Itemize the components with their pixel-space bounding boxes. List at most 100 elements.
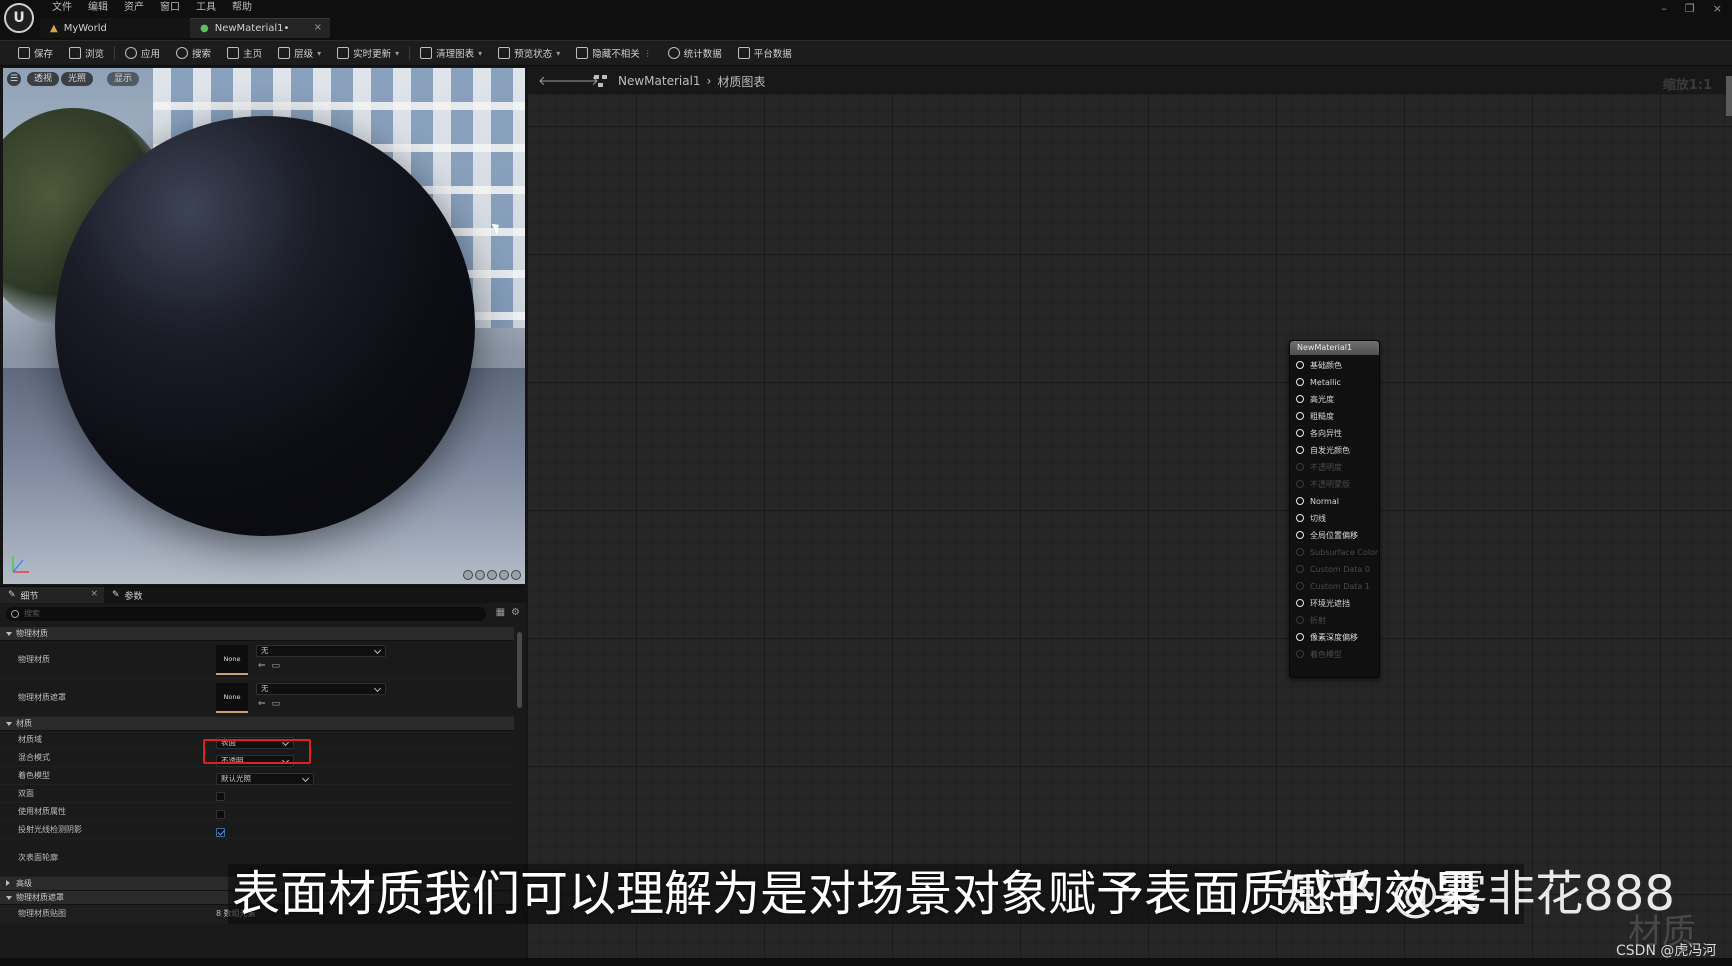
table-view-icon[interactable]: ▦ — [496, 607, 505, 618]
close-window-icon[interactable]: × — [1713, 2, 1722, 15]
tab-newmaterial1[interactable]: ● NewMaterial1• × — [190, 18, 330, 38]
pin-emissive-color[interactable]: 自发光颜色 — [1296, 442, 1350, 459]
pin-normal[interactable]: Normal — [1296, 493, 1339, 510]
menu-edit[interactable]: 编辑 — [80, 1, 116, 15]
close-icon[interactable]: × — [90, 589, 98, 599]
asset-actions: ⇐ ▭ — [258, 699, 280, 709]
platform-stats-icon — [737, 47, 750, 59]
breadcrumb-separator-icon: › — [706, 74, 712, 88]
gear-icon[interactable]: ⚙ — [511, 607, 520, 618]
graph-icon — [594, 75, 608, 87]
more-options-icon: ⋮ — [643, 48, 652, 58]
platform-stats-button[interactable]: 平台数据 — [730, 42, 800, 64]
pin-subsurface-color: Subsurface Color — [1296, 544, 1378, 561]
material-output-node[interactable]: NewMaterial1 基础颜色 Metallic 高光度 粗糙度 各向异性 … — [1289, 340, 1380, 678]
home-button[interactable]: 主页 — [219, 42, 270, 64]
preview-state-button[interactable]: 预览状态 ▾ — [490, 42, 568, 64]
axis-gizmo-icon — [12, 556, 29, 573]
live-update-button[interactable]: 实时更新 ▾ — [329, 42, 407, 64]
apply-icon — [125, 47, 138, 59]
pin-custom-data-0: Custom Data 0 — [1296, 561, 1370, 578]
graph-scrollbar[interactable] — [1726, 76, 1732, 116]
browse-button[interactable]: 浏览 — [61, 42, 112, 64]
viewport-show-button[interactable]: 显示 — [107, 72, 140, 86]
pin-world-position-offset[interactable]: 全局位置偏移 — [1296, 527, 1358, 544]
preview-plane-icon[interactable] — [487, 570, 497, 580]
shading-model-dropdown[interactable]: 默认光照 — [216, 773, 314, 785]
pin-ambient-occlusion[interactable]: 环境光遮挡 — [1296, 595, 1350, 612]
forward-arrow-icon[interactable]: 🡒 — [564, 73, 599, 89]
chevron-down-icon: ▾ — [478, 48, 483, 58]
preview-custom-mesh-icon[interactable] — [511, 570, 521, 580]
viewport-menu-icon[interactable]: ☰ — [7, 72, 21, 86]
menu-tools[interactable]: 工具 — [188, 1, 224, 15]
tab-myworld[interactable]: ▲ MyWorld — [40, 18, 190, 38]
pin-anisotropy[interactable]: 各向异性 — [1296, 425, 1342, 442]
details-scrollbar[interactable] — [517, 632, 522, 708]
preview-cube-icon[interactable] — [499, 570, 509, 580]
details-search-input[interactable]: 搜索 — [6, 607, 486, 621]
search-button[interactable]: 搜索 — [168, 42, 219, 64]
pin-roughness[interactable]: 粗糙度 — [1296, 408, 1334, 425]
property-cast-ray-traced-shadows: 投射光线检测阴影 — [0, 821, 514, 839]
blend-mode-dropdown[interactable]: 不透明 — [216, 755, 294, 767]
menu-window[interactable]: 窗口 — [152, 1, 188, 15]
use-selected-icon[interactable]: ⇐ — [258, 699, 266, 709]
save-button[interactable]: 保存 — [10, 42, 61, 64]
unreal-logo-icon[interactable]: U — [4, 3, 34, 33]
material-preview-viewport[interactable]: ☰ 透视 光照 显示 — [3, 68, 525, 584]
material-domain-dropdown[interactable]: 表面 — [216, 737, 294, 749]
pencil-icon: ✎ — [112, 590, 120, 600]
details-tabs: ✎ 细节 × ✎ 参数 — [0, 587, 526, 603]
preview-sphere-icon[interactable] — [475, 570, 485, 580]
chevron-down-icon: ▾ — [395, 48, 400, 58]
pin-specular[interactable]: 高光度 — [1296, 391, 1334, 408]
pin-pixel-depth-offset[interactable]: 像素深度偏移 — [1296, 629, 1358, 646]
property-two-sided: 双面 — [0, 785, 514, 803]
source-credit: CSDN @虎冯河 — [1616, 943, 1717, 959]
menu-help[interactable]: 帮助 — [224, 1, 260, 15]
section-material[interactable]: 材质 — [0, 717, 514, 731]
stats-button[interactable]: 统计数据 — [660, 42, 730, 64]
hierarchy-icon — [278, 47, 291, 59]
breadcrumb-graph[interactable]: 材质图表 — [717, 73, 765, 90]
viewport-lighting-button[interactable]: 光照 — [61, 72, 94, 86]
menu-asset[interactable]: 资产 — [116, 1, 152, 15]
minimize-icon[interactable]: – — [1661, 2, 1667, 15]
menu-file[interactable]: 文件 — [44, 1, 80, 15]
use-material-attributes-checkbox[interactable] — [216, 810, 225, 819]
section-physical-material[interactable]: 物理材质 — [0, 627, 514, 641]
browse-folder-icon[interactable]: ▭ — [272, 699, 281, 709]
pin-tangent[interactable]: 切线 — [1296, 510, 1326, 527]
asset-actions: ⇐ ▭ — [258, 661, 280, 671]
back-arrow-icon[interactable]: 🡐 — [538, 73, 573, 89]
property-blend-mode: 混合模式 不透明 — [0, 749, 514, 767]
physical-material-dropdown[interactable]: 无 — [256, 645, 386, 657]
hierarchy-button[interactable]: 层级 ▾ — [270, 42, 329, 64]
pin-base-color[interactable]: 基础颜色 — [1296, 357, 1342, 374]
viewport-perspective-button[interactable]: 透视 — [27, 72, 60, 86]
material-graph-canvas[interactable]: 🡐 🡒 NewMaterial1 › 材质图表 缩放1:1 — [528, 68, 1732, 958]
hide-unrelated-button[interactable]: 隐藏不相关 ⋮ — [568, 42, 660, 64]
chevron-down-icon: ▾ — [317, 48, 322, 58]
pin-metallic[interactable]: Metallic — [1296, 374, 1341, 391]
property-use-material-attributes: 使用材质属性 — [0, 803, 514, 821]
physical-material-mask-dropdown[interactable]: 无 — [256, 683, 386, 695]
pencil-icon: ✎ — [8, 590, 16, 600]
apply-button[interactable]: 应用 — [117, 42, 168, 64]
cast-ray-traced-shadows-checkbox[interactable] — [216, 828, 225, 837]
tab-details[interactable]: ✎ 细节 × — [0, 587, 104, 603]
restore-icon[interactable]: ❐ — [1685, 2, 1695, 15]
tab-parameters[interactable]: ✎ 参数 — [104, 587, 208, 603]
preview-cylinder-icon[interactable] — [463, 570, 473, 580]
asset-thumbnail[interactable]: None — [216, 645, 248, 675]
pin-refraction: 折射 — [1296, 612, 1326, 629]
clean-graph-button[interactable]: 清理图表 ▾ — [412, 42, 490, 64]
two-sided-checkbox[interactable] — [216, 792, 225, 801]
asset-thumbnail[interactable]: None — [216, 683, 248, 713]
tab-close-icon[interactable]: × — [314, 22, 322, 33]
status-bar — [0, 958, 1732, 966]
use-selected-icon[interactable]: ⇐ — [258, 661, 266, 671]
breadcrumb-material[interactable]: NewMaterial1 — [618, 74, 701, 88]
browse-folder-icon[interactable]: ▭ — [272, 661, 281, 671]
